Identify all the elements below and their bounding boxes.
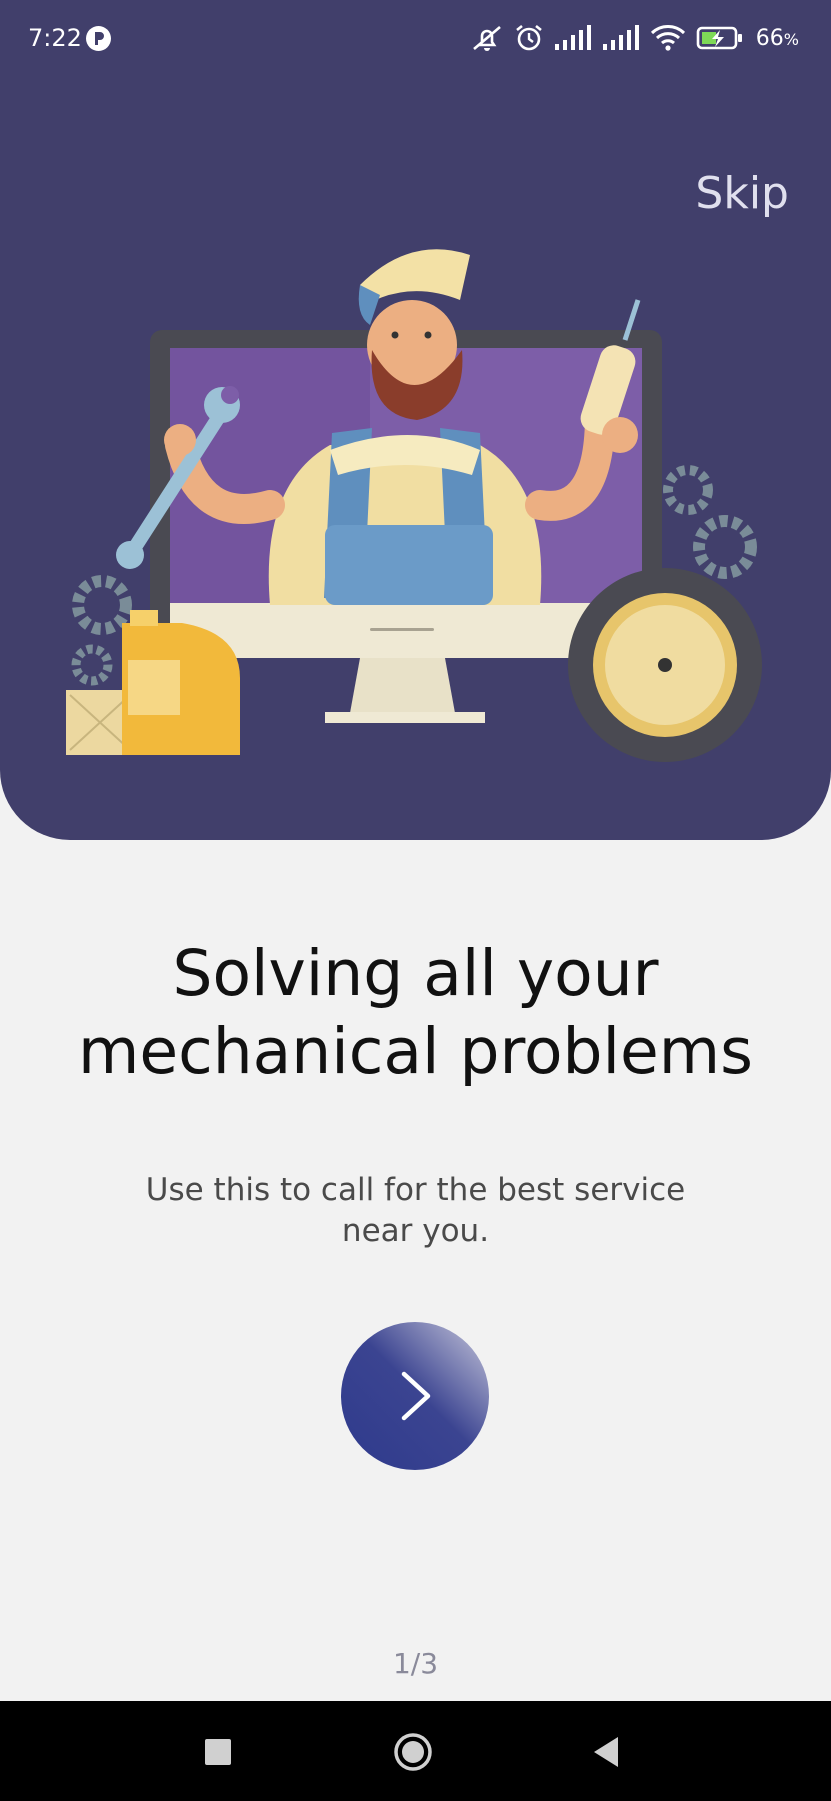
status-icons: 66% [470,22,799,54]
signal-icon [554,25,591,50]
system-nav-bar [0,1701,831,1801]
subtitle-line-1: Use this to call for the best service [145,1172,686,1208]
page-indicator: 1/3 [392,1647,439,1680]
onboarding-title: Solving all your mechanical problems [0,935,831,1091]
onboarding-subtitle: Use this to call for the best service ne… [140,1170,691,1252]
signal-icon [602,25,639,50]
mechanic-illustration [66,249,762,762]
back-triangle-icon[interactable] [585,1729,631,1775]
next-button[interactable] [341,1322,489,1470]
alarm-icon [515,24,542,51]
chevron-right-icon [401,1371,431,1421]
silent-icon [472,26,501,51]
app-notification-icon [86,26,111,51]
wifi-icon [650,25,685,51]
title-line-2: mechanical problems [77,1015,753,1088]
skip-button[interactable]: Skip [695,168,789,219]
home-circle-icon[interactable] [390,1729,436,1775]
status-time: 7:22 [28,24,82,52]
recents-square-icon[interactable] [195,1729,241,1775]
status-bar: 7:22 66% [0,0,831,76]
battery-charging-icon [696,26,742,50]
battery-percent: 66% [755,25,799,51]
title-line-1: Solving all your [172,937,659,1010]
subtitle-line-2: near you. [341,1213,490,1249]
